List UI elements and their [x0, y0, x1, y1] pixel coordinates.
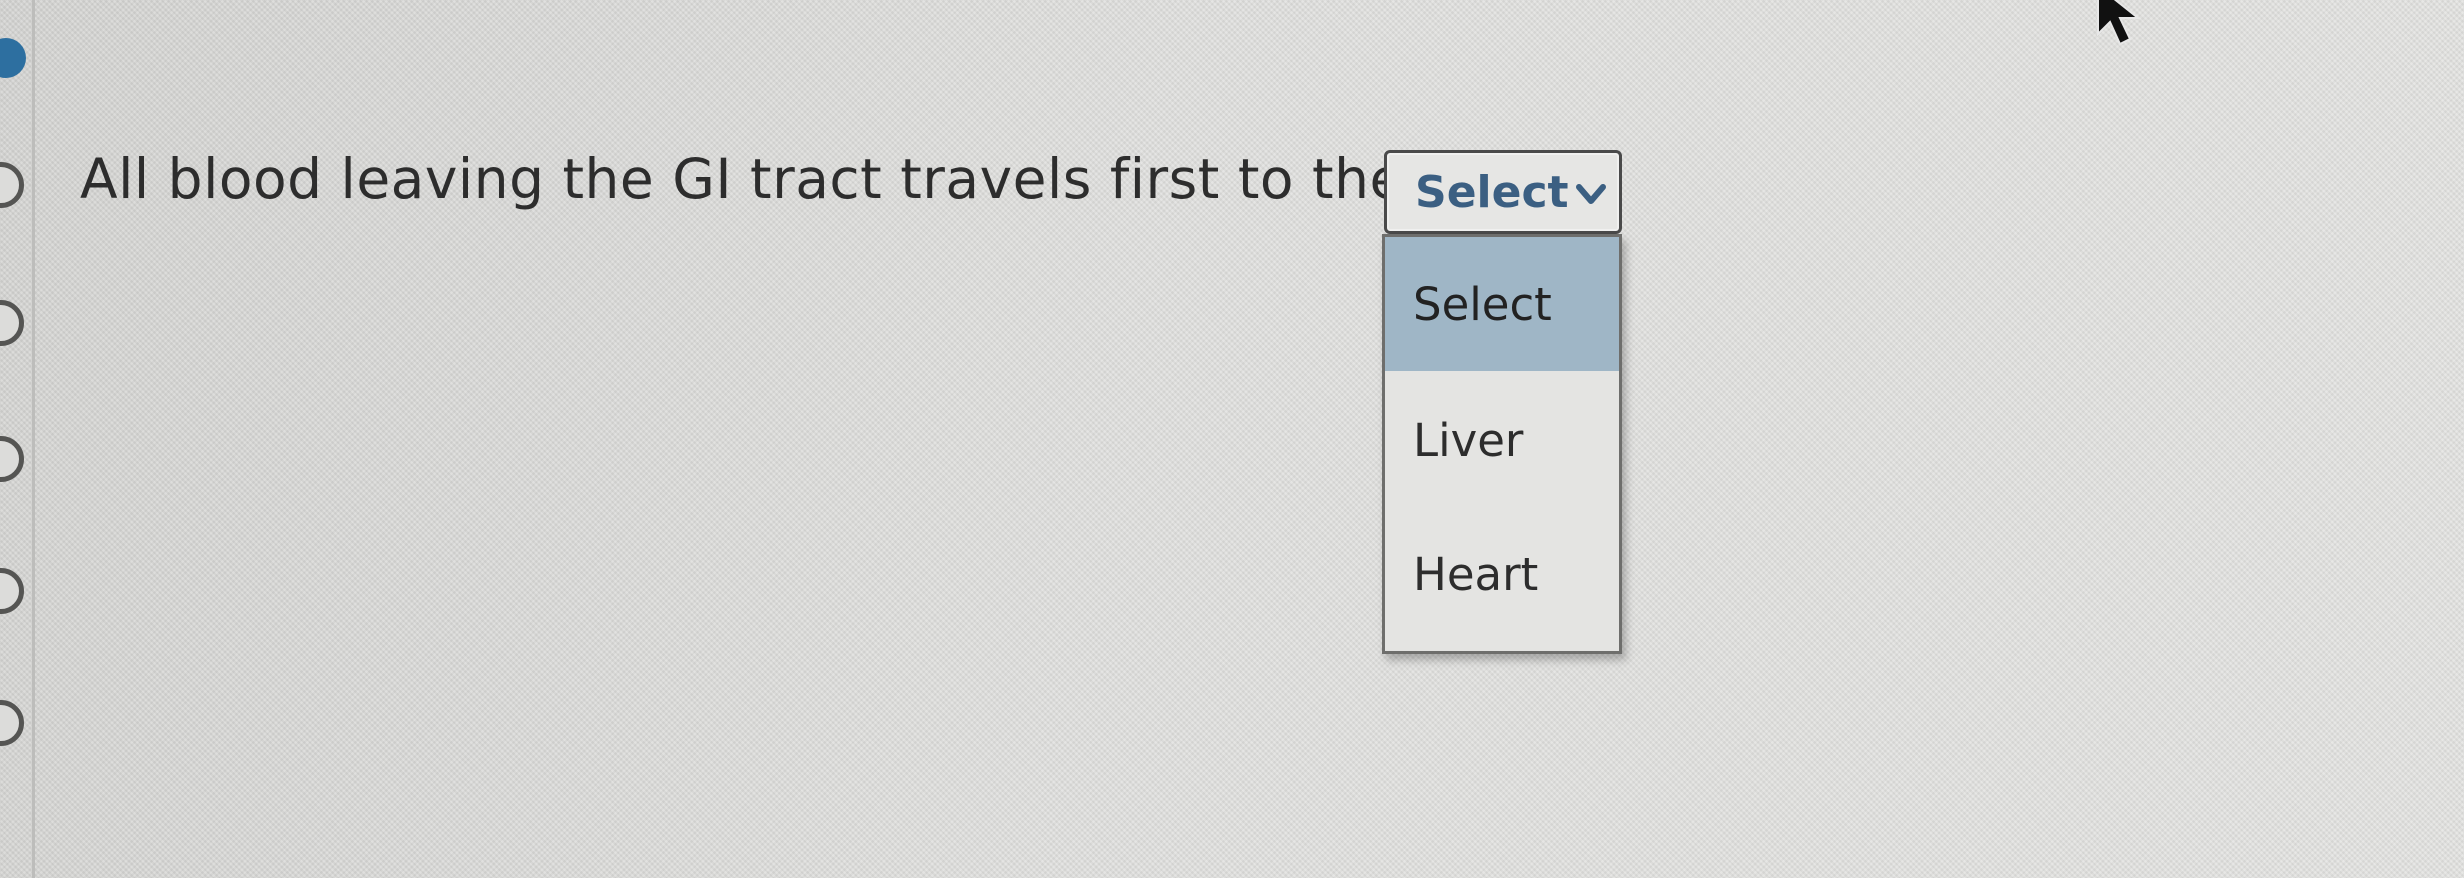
select-dropdown-list: Select Liver Heart — [1382, 234, 1622, 654]
mouse-pointer-icon — [2097, 0, 2141, 46]
option-label: Heart — [1413, 547, 1539, 601]
step-marker-4[interactable] — [0, 436, 24, 482]
option-label: Liver — [1413, 413, 1524, 467]
current-step-dot[interactable] — [0, 38, 26, 78]
step-marker-6[interactable] — [0, 700, 24, 746]
rail-line — [32, 0, 35, 878]
question-row: All blood leaving the GI tract travels f… — [80, 147, 1404, 211]
step-rail — [0, 0, 40, 878]
step-marker-3[interactable] — [0, 300, 24, 346]
option-label: Select — [1413, 277, 1552, 331]
select-current-value: Select — [1415, 166, 1569, 218]
option-select[interactable]: Select — [1385, 237, 1619, 371]
chevron-down-icon — [1576, 184, 1606, 204]
question-text: All blood leaving the GI tract travels f… — [80, 147, 1404, 211]
step-marker-5[interactable] — [0, 568, 24, 614]
option-heart[interactable]: Heart — [1385, 507, 1619, 641]
option-liver[interactable]: Liver — [1385, 373, 1619, 507]
answer-select[interactable]: Select — [1384, 150, 1622, 234]
step-marker-2[interactable] — [0, 162, 24, 208]
